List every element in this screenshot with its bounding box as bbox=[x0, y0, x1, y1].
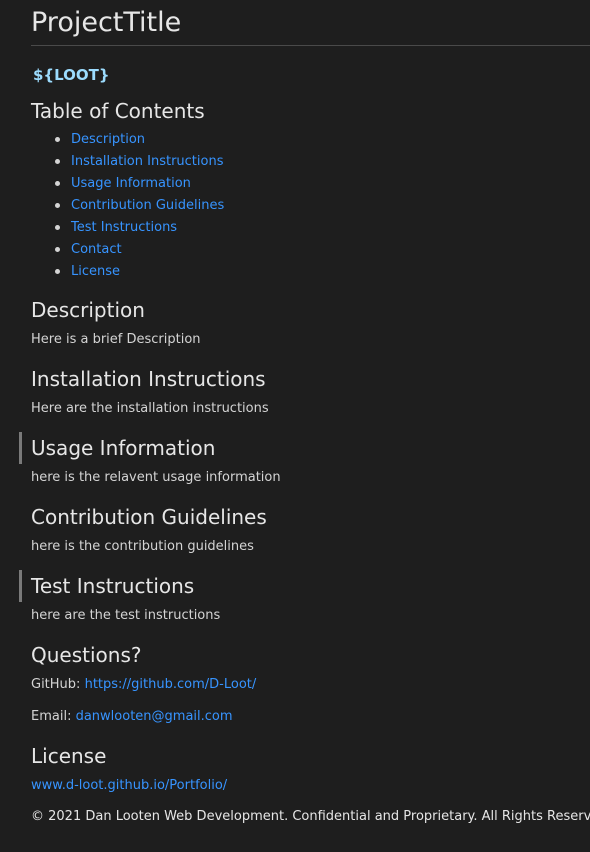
description-heading: Description bbox=[31, 298, 145, 322]
markdown-preview: ProjectTitle ${LOOT} Table of Contents D… bbox=[19, 0, 590, 826]
description-section: Description Here is a brief Description bbox=[31, 297, 590, 349]
toc-item-description: Description bbox=[31, 129, 590, 151]
toc-link-installation[interactable]: Installation Instructions bbox=[71, 154, 223, 169]
bullet-icon bbox=[55, 203, 60, 208]
github-label: GitHub: bbox=[31, 677, 81, 692]
questions-heading: Questions? bbox=[31, 643, 142, 667]
focus-indicator bbox=[19, 432, 22, 464]
questions-section: Questions? GitHub: https://github.com/D-… bbox=[31, 642, 590, 726]
installation-heading: Installation Instructions bbox=[31, 367, 266, 391]
toc-heading: Table of Contents bbox=[31, 99, 205, 123]
license-badge[interactable]: ${LOOT} bbox=[33, 65, 590, 85]
toc-link-license[interactable]: License bbox=[71, 264, 120, 279]
contribution-text: here is the contribution guidelines bbox=[31, 539, 254, 554]
toc-link-description[interactable]: Description bbox=[71, 132, 145, 147]
email-label: Email: bbox=[31, 709, 72, 724]
toc-link-contribution[interactable]: Contribution Guidelines bbox=[71, 198, 224, 213]
tests-text: here are the test instructions bbox=[31, 608, 221, 623]
page-title: ProjectTitle bbox=[31, 7, 182, 38]
license-heading: License bbox=[31, 744, 107, 768]
tests-section: Test Instructions here are the test inst… bbox=[19, 570, 590, 625]
title-divider bbox=[31, 45, 590, 46]
copyright-footer: © 2021 Dan Looten Web Development. Confi… bbox=[31, 809, 590, 824]
toc-item-license: License bbox=[31, 261, 590, 283]
bullet-icon bbox=[55, 159, 60, 164]
github-link[interactable]: https://github.com/D-Loot/ bbox=[85, 677, 257, 692]
toc-item-tests: Test Instructions bbox=[31, 217, 590, 239]
usage-text: here is the relavent usage information bbox=[31, 470, 281, 485]
toc-section: Table of Contents Description Installati… bbox=[31, 98, 590, 283]
license-section: License www.d-loot.github.io/Portfolio/ bbox=[31, 743, 590, 795]
installation-section: Installation Instructions Here are the i… bbox=[31, 366, 590, 418]
toc-item-contact: Contact bbox=[31, 239, 590, 261]
bullet-icon bbox=[55, 137, 60, 142]
toc-link-usage[interactable]: Usage Information bbox=[71, 176, 191, 191]
toc-link-contact[interactable]: Contact bbox=[71, 242, 122, 257]
description-text: Here is a brief Description bbox=[31, 332, 201, 347]
usage-section: Usage Information here is the relavent u… bbox=[19, 432, 590, 487]
bullet-icon bbox=[55, 269, 60, 274]
bullet-icon bbox=[55, 225, 60, 230]
toc-link-tests[interactable]: Test Instructions bbox=[71, 220, 177, 235]
contribution-section: Contribution Guidelines here is the cont… bbox=[31, 504, 590, 556]
toc-item-contribution: Contribution Guidelines bbox=[31, 195, 590, 217]
email-line: Email: danwlooten@gmail.com bbox=[31, 708, 590, 726]
email-link[interactable]: danwlooten@gmail.com bbox=[76, 709, 233, 724]
bullet-icon bbox=[55, 247, 60, 252]
focus-indicator bbox=[19, 570, 22, 602]
github-line: GitHub: https://github.com/D-Loot/ bbox=[31, 676, 590, 694]
toc-item-usage: Usage Information bbox=[31, 173, 590, 195]
contribution-heading: Contribution Guidelines bbox=[31, 505, 267, 529]
portfolio-link[interactable]: www.d-loot.github.io/Portfolio/ bbox=[31, 778, 227, 793]
usage-heading: Usage Information bbox=[31, 436, 216, 460]
license-line: www.d-loot.github.io/Portfolio/ bbox=[31, 777, 590, 795]
toc-list: Description Installation Instructions Us… bbox=[31, 129, 590, 283]
tests-heading: Test Instructions bbox=[31, 574, 195, 598]
toc-item-installation: Installation Instructions bbox=[31, 151, 590, 173]
bullet-icon bbox=[55, 181, 60, 186]
installation-text: Here are the installation instructions bbox=[31, 401, 269, 416]
